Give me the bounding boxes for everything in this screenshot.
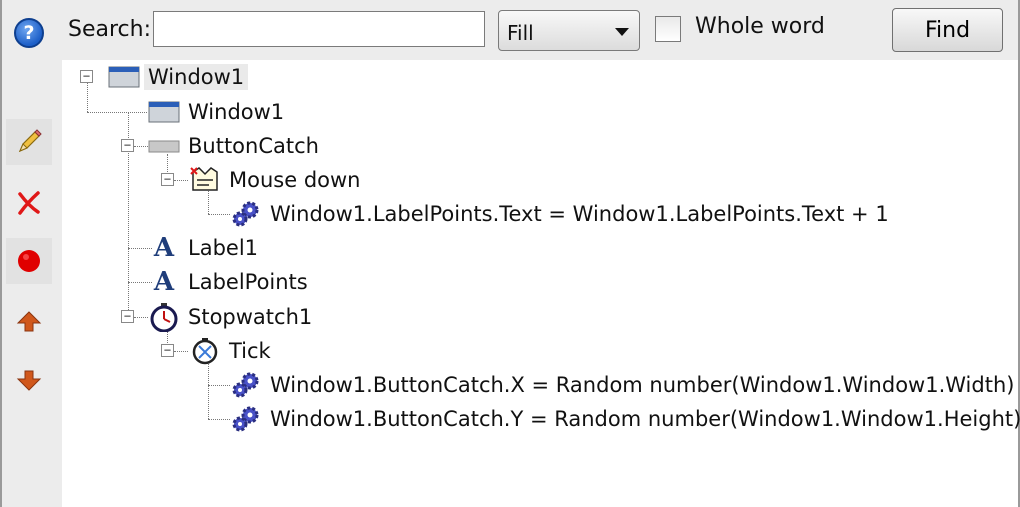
delete-icon (18, 191, 40, 215)
tree-connector (174, 180, 188, 181)
window-icon (108, 63, 140, 91)
label-font-icon: A (153, 267, 175, 297)
tree-item-window1[interactable]: Window1 (148, 95, 288, 129)
collapse-toggle-tick[interactable]: − (161, 344, 174, 357)
gear-icon (230, 405, 262, 433)
tree-item-label: Window1.LabelPoints.Text = Window1.Label… (270, 202, 889, 226)
tree-item-label: Window1 (188, 100, 285, 124)
search-input[interactable] (153, 11, 485, 47)
tree-item-mouse-down[interactable]: Mouse down (189, 163, 364, 197)
gear-icon (230, 371, 262, 399)
tree-item-action-x[interactable]: Window1.ButtonCatch.X = Random number(Wi… (230, 368, 1018, 402)
event-tree[interactable]: − − − − − Window1 Window1 ButtonCatch Mo… (62, 60, 1020, 507)
tree-connector (174, 351, 188, 352)
mouse-down-event-icon (189, 166, 221, 194)
tree-connector (208, 419, 230, 420)
move-up-button[interactable] (6, 298, 52, 344)
tree-item-stopwatch1[interactable]: Stopwatch1 (148, 300, 316, 334)
move-down-button[interactable] (6, 357, 52, 403)
tree-connector (87, 112, 147, 113)
find-button[interactable]: Find (892, 8, 1003, 52)
collapse-toggle-window1[interactable]: − (80, 70, 93, 83)
label-font-icon: A (153, 233, 175, 263)
edit-button[interactable] (6, 119, 52, 165)
tree-connector (208, 214, 230, 215)
tree-item-labelpoints[interactable]: A LabelPoints (148, 265, 312, 299)
edit-icon (18, 129, 42, 153)
window-left-border (0, 0, 2, 507)
whole-word-label: Whole word (695, 14, 825, 39)
fill-select-value: Fill (507, 21, 534, 45)
tree-connector (87, 82, 88, 112)
collapse-toggle-stopwatch1[interactable]: − (121, 310, 134, 323)
tree-item-window1-root[interactable]: Window1 (108, 60, 249, 94)
tree-item-label: Stopwatch1 (188, 305, 313, 329)
tree-item-tick[interactable]: Tick (189, 334, 275, 368)
tree-item-label: Window1.ButtonCatch.Y = Random number(Wi… (270, 407, 1020, 431)
tree-item-label1[interactable]: A Label1 (148, 231, 262, 265)
tree-item-buttoncatch[interactable]: ButtonCatch (148, 129, 323, 163)
tree-connector (134, 317, 148, 318)
tree-item-label: Mouse down (229, 168, 361, 192)
tick-event-icon (189, 337, 221, 365)
tree-item-label: Window1 (144, 64, 249, 90)
fill-select[interactable]: Fill (498, 10, 640, 51)
tree-connector (134, 146, 148, 147)
window-icon (148, 98, 180, 126)
record-icon (18, 250, 40, 272)
tree-item-label: Window1.ButtonCatch.X = Random number(Wi… (270, 373, 1015, 397)
move-up-icon (16, 311, 42, 332)
tree-connector (208, 359, 209, 419)
tree-item-action-labelpoints[interactable]: Window1.LabelPoints.Text = Window1.Label… (230, 197, 893, 231)
tree-item-label: ButtonCatch (188, 134, 319, 158)
tree-connector (208, 385, 230, 386)
button-icon (148, 132, 180, 160)
search-label: Search: (68, 17, 151, 42)
tree-item-label: LabelPoints (188, 270, 308, 294)
collapse-toggle-buttoncatch[interactable]: − (121, 139, 134, 152)
tree-item-label: Label1 (188, 236, 259, 260)
whole-word-checkbox[interactable] (655, 16, 681, 42)
help-icon[interactable]: ? (14, 18, 44, 48)
tree-item-action-y[interactable]: Window1.ButtonCatch.Y = Random number(Wi… (230, 402, 1020, 436)
move-down-icon (16, 370, 42, 391)
chevron-down-icon (615, 28, 629, 36)
delete-button[interactable] (6, 180, 52, 226)
collapse-toggle-mouse-down[interactable]: − (161, 173, 174, 186)
stopwatch-icon (148, 303, 180, 332)
tree-item-label: Tick (229, 339, 271, 363)
gear-icon (230, 200, 262, 228)
record-button[interactable] (6, 238, 52, 284)
